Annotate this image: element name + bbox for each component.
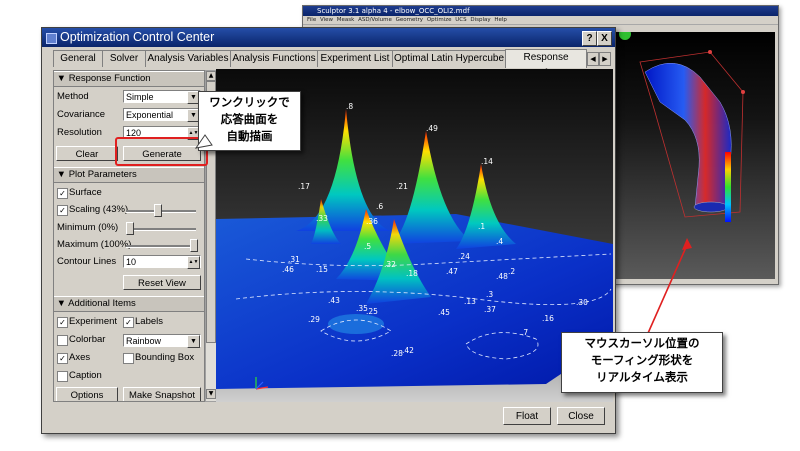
morph-callout: マウスカーソル位置の モーフィング形状を リアルタイム表示 [561, 332, 723, 393]
morph-callout-text: マウスカーソル位置の モーフィング形状を リアルタイム表示 [584, 336, 700, 384]
